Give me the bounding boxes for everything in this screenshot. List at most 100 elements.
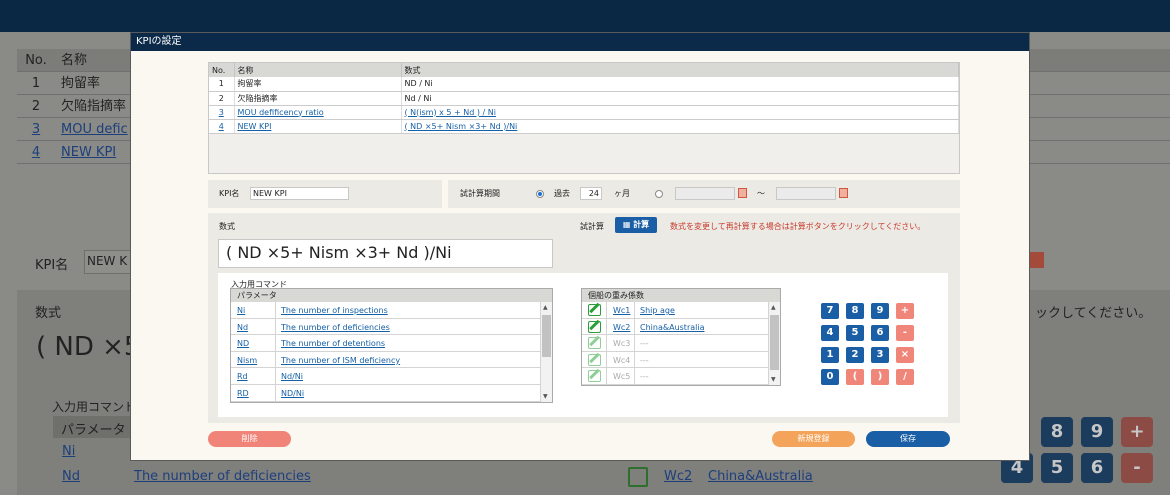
param-desc-link[interactable]: The number of detentions	[281, 339, 385, 348]
key-minus[interactable]: -	[1121, 453, 1153, 483]
row-no-link[interactable]: 3	[17, 118, 55, 140]
period-label: 試計算期間	[460, 189, 500, 198]
key-4[interactable]: 4	[821, 325, 839, 341]
formula-input[interactable]: ( ND ×5+ Nism ×3+ Nd )/Ni	[218, 239, 553, 268]
formula-panel: 数式 試計算 ▦ 計算 数式を変更して再計算する場合は計算ボタンをクリックしてく…	[208, 213, 960, 423]
formula-label: 数式	[219, 222, 235, 231]
edit-icon[interactable]	[588, 353, 601, 366]
calculate-button[interactable]: ▦ 計算	[615, 217, 657, 233]
edit-icon[interactable]	[588, 304, 601, 316]
weight-header: 個船の重み係数	[582, 289, 780, 302]
list-item: Wc5 ---	[582, 368, 780, 385]
weight-desc-link[interactable]: China&Australia	[640, 323, 704, 332]
delete-button[interactable]: 削除	[208, 431, 291, 447]
key-9[interactable]: 9	[1081, 417, 1113, 447]
param-key-link[interactable]: Rd	[237, 372, 248, 381]
calendar-icon[interactable]	[738, 188, 747, 198]
row-name: 拘留率	[234, 77, 402, 92]
col-no-header: No.	[25, 53, 47, 68]
key-6[interactable]: 6	[871, 325, 889, 341]
period-range-radio[interactable]	[655, 190, 663, 198]
param-desc-link[interactable]: Nd/Ni	[281, 372, 303, 381]
scroll-up-icon[interactable]: ▲	[771, 304, 776, 311]
scrollbar-thumb[interactable]	[770, 315, 779, 370]
list-item: Rd Nd/Ni	[231, 368, 552, 385]
scrollbar[interactable]: ▲ ▼	[540, 302, 552, 402]
edit-icon[interactable]	[628, 467, 648, 487]
key-plus[interactable]: +	[1121, 417, 1153, 447]
param-desc-link[interactable]: The number of ISM deficiency	[281, 356, 400, 365]
key-5[interactable]: 5	[1041, 453, 1073, 483]
row-name-link[interactable]: MOU defificency ratio	[238, 108, 324, 117]
row-name-link[interactable]: NEW KPI	[238, 122, 272, 131]
param-key-link[interactable]: Nd	[62, 469, 80, 484]
weight-desc-link[interactable]: Ship age	[640, 306, 675, 315]
period-months-input[interactable]: 24	[580, 187, 602, 200]
key-8[interactable]: 8	[846, 303, 864, 319]
key-plus[interactable]: +	[896, 303, 914, 319]
weight-key: Wc3	[613, 339, 631, 349]
edit-icon[interactable]	[588, 370, 601, 383]
save-button[interactable]: 保存	[866, 431, 950, 447]
key-multiply[interactable]: ×	[896, 347, 914, 363]
row-formula-link[interactable]: ( ND ×5+ Nism ×3+ Nd )/Ni	[405, 122, 518, 131]
kpi-name-panel: KPI名 NEW KPI	[208, 180, 442, 208]
row-name-link[interactable]: NEW KPI	[55, 141, 116, 163]
key-close-paren[interactable]: )	[871, 369, 889, 385]
key-6[interactable]: 6	[1081, 453, 1113, 483]
calculate-label: 計算	[633, 220, 650, 229]
scroll-down-icon[interactable]: ▼	[543, 393, 548, 400]
key-3[interactable]: 3	[871, 347, 889, 363]
key-minus[interactable]: -	[896, 325, 914, 341]
weight-key-link[interactable]: Wc1	[613, 306, 630, 315]
scroll-down-icon[interactable]: ▼	[771, 376, 776, 383]
formula-input[interactable]: ( ND ×5	[36, 332, 140, 362]
weight-desc-link[interactable]: China&Australia	[708, 469, 813, 484]
key-9[interactable]: 9	[871, 303, 889, 319]
param-key-link[interactable]: Nism	[237, 356, 257, 365]
param-key-link[interactable]: Ni	[237, 306, 245, 315]
calendar-icon[interactable]	[1030, 252, 1044, 268]
key-5[interactable]: 5	[846, 325, 864, 341]
key-divide[interactable]: /	[896, 369, 914, 385]
weight-key-link[interactable]: Wc2	[664, 469, 692, 484]
param-desc-link[interactable]: The number of inspections	[281, 306, 388, 315]
param-key-link[interactable]: ND	[237, 339, 249, 348]
calendar-icon[interactable]	[839, 188, 848, 198]
row-formula-link[interactable]: ( N(ism) x 5 + Nd ) / Ni	[405, 108, 497, 117]
param-key-link[interactable]: Ni	[62, 444, 75, 459]
key-open-paren[interactable]: (	[846, 369, 864, 385]
param-desc-link[interactable]: The number of deficiencies	[281, 323, 390, 332]
param-desc-link[interactable]: The number of deficiencies	[134, 469, 311, 484]
edit-icon[interactable]	[588, 337, 601, 350]
table-row: 1 拘留率 ND / Ni	[209, 77, 959, 92]
edit-icon[interactable]	[588, 320, 601, 333]
scroll-up-icon[interactable]: ▲	[543, 304, 548, 311]
key-8[interactable]: 8	[1041, 417, 1073, 447]
scrollbar[interactable]: ▲ ▼	[768, 302, 780, 385]
col-formula-header: 数式	[401, 63, 959, 77]
calc-hint: 数式を変更して再計算する場合は計算ボタンをクリックしてください。	[670, 222, 926, 231]
param-desc-link[interactable]: ND/Ni	[281, 389, 304, 398]
weight-key-link[interactable]: Wc2	[613, 323, 630, 332]
row-no-link[interactable]: 3	[219, 108, 224, 117]
new-register-button[interactable]: 新規登録	[772, 431, 855, 447]
key-0[interactable]: 0	[821, 369, 839, 385]
kpi-name-input[interactable]: NEW KPI	[250, 187, 349, 200]
key-1[interactable]: 1	[821, 347, 839, 363]
weight-desc: ---	[640, 372, 649, 382]
table-header: No. 名称 数式	[209, 63, 959, 77]
list-item: Nd The number of deficiencies	[231, 318, 552, 336]
col-name-header: 名称	[61, 53, 88, 68]
param-key-link[interactable]: Nd	[237, 323, 248, 332]
key-7[interactable]: 7	[821, 303, 839, 319]
param-key-link[interactable]: RD	[237, 389, 249, 398]
start-date-input[interactable]	[675, 187, 735, 200]
period-past-radio[interactable]	[536, 190, 544, 198]
row-no-link[interactable]: 4	[219, 122, 224, 131]
row-name-link[interactable]: MOU defic	[55, 118, 128, 140]
scrollbar-thumb[interactable]	[542, 315, 551, 357]
row-no-link[interactable]: 4	[17, 141, 55, 163]
end-date-input[interactable]	[776, 187, 836, 200]
key-2[interactable]: 2	[846, 347, 864, 363]
